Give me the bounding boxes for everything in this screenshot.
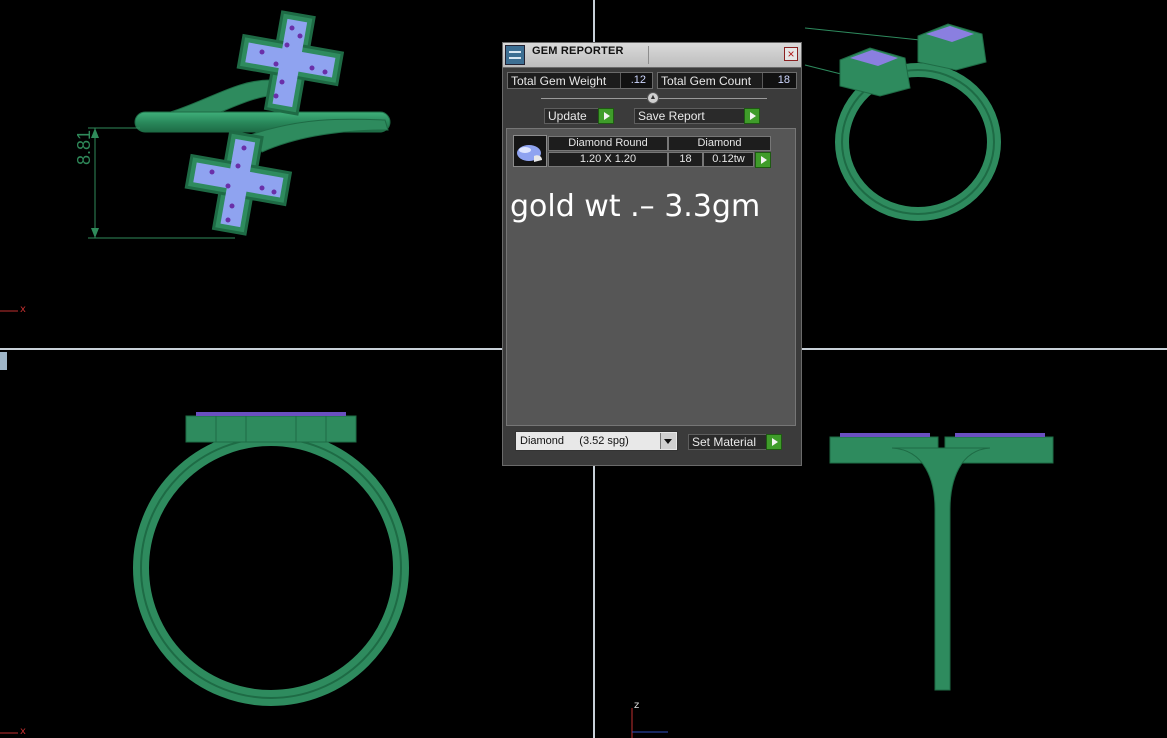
update-button[interactable]: Update xyxy=(544,108,614,124)
set-material-button[interactable]: Set Material xyxy=(688,434,782,450)
play-arrow-icon[interactable] xyxy=(598,108,614,124)
axis-x-label: x xyxy=(20,304,26,315)
play-arrow-icon[interactable] xyxy=(766,434,782,450)
update-button-label: Update xyxy=(548,109,587,123)
gem-material-header: Diamond xyxy=(668,136,771,151)
material-select[interactable]: Diamond (3.52 spg) xyxy=(515,431,678,451)
total-gem-count-value: 18 xyxy=(762,73,796,88)
material-select-value: Diamond (3.52 spg) xyxy=(520,435,629,447)
gem-reporter-icon xyxy=(505,45,525,65)
gold-weight-note: gold wt .– 3.3gm xyxy=(510,189,761,224)
axis-x-label-bottom: x xyxy=(20,726,26,737)
total-gem-weight-field: Total Gem Weight .12 xyxy=(507,72,653,89)
gem-reporter-panel: GEM REPORTER × Total Gem Weight .12 Tota… xyxy=(502,42,802,466)
save-report-button-label: Save Report xyxy=(638,109,705,123)
gem-weight-cell: 0.12tw xyxy=(703,152,754,167)
panel-title: GEM REPORTER xyxy=(532,45,624,57)
gem-list-area: Diamond Round Diamond 1.20 X 1.20 18 0.1… xyxy=(506,128,796,426)
perspective-view-model[interactable] xyxy=(804,23,1001,221)
total-gem-count-field: Total Gem Count 18 xyxy=(657,72,797,89)
chevron-down-icon[interactable] xyxy=(660,433,676,449)
gem-count-cell: 18 xyxy=(668,152,703,167)
total-gem-weight-value: .12 xyxy=(620,73,652,88)
gem-type-header: Diamond Round xyxy=(548,136,668,151)
total-gem-weight-label: Total Gem Weight xyxy=(511,74,607,88)
set-material-button-label: Set Material xyxy=(692,435,757,449)
save-report-button[interactable]: Save Report xyxy=(634,108,760,124)
top-view-model[interactable] xyxy=(88,6,391,240)
play-arrow-icon[interactable] xyxy=(755,152,771,168)
dimension-label: 8.81 xyxy=(74,129,94,165)
panel-titlebar[interactable]: GEM REPORTER × xyxy=(503,43,801,68)
diamond-gem-icon[interactable] xyxy=(513,135,547,167)
close-button[interactable]: × xyxy=(784,47,798,61)
side-view-model[interactable] xyxy=(829,433,1054,691)
axis-z-label: z xyxy=(634,700,640,711)
front-view-model[interactable] xyxy=(133,412,409,706)
total-gem-count-label: Total Gem Count xyxy=(661,74,752,88)
collapse-toggle-icon[interactable]: ▲ xyxy=(647,92,659,104)
gem-size-cell: 1.20 X 1.20 xyxy=(548,152,668,167)
title-separator xyxy=(648,46,649,64)
play-arrow-icon[interactable] xyxy=(744,108,760,124)
